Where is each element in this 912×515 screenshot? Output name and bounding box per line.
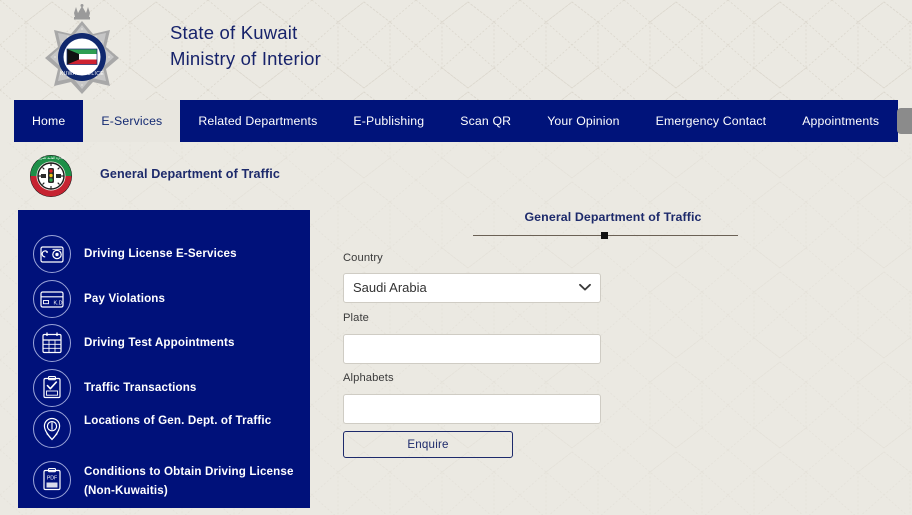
nav-item-e-publishing-label: E-Publishing <box>353 114 425 128</box>
sidebar-item-driving-license-e-services-label: Driving License E-Services <box>84 247 237 261</box>
enquire-button[interactable]: Enquire <box>343 431 513 458</box>
nav-item-related-departments-label: Related Departments <box>198 114 318 128</box>
general-department-of-traffic-emblem: الادارة العامة للمرور <box>30 155 72 197</box>
nav-item-home-label: Home <box>32 114 66 128</box>
nav-item-scan-qr[interactable]: Scan QR <box>442 100 529 142</box>
svg-text:الادارة العامة للمرور: الادارة العامة للمرور <box>37 156 65 160</box>
page-title: General Department of Traffic <box>524 210 702 224</box>
sidebar-item-locations-of-gen-dept-of-traffic-label: Locations of Gen. Dept. of Traffic <box>84 414 272 427</box>
sidebar-item-traffic-transactions-label: Traffic Transactions <box>84 381 197 395</box>
location-pin-icon <box>33 410 71 448</box>
svg-text:KUWAIT POLICE: KUWAIT POLICE <box>60 71 104 77</box>
country-select[interactable]: Saudi Arabia <box>343 273 601 303</box>
nav-item-your-opinion-label: Your Opinion <box>547 114 620 128</box>
services-sidebar: Driving License E-Services K.D Pay Viola… <box>18 210 310 508</box>
nav-item-emergency-contact[interactable]: Emergency Contact <box>638 100 785 142</box>
sidebar-item-conditions-to-obtain-driving-license-label: Conditions to Obtain Driving License (No… <box>84 465 294 498</box>
nav-item-home[interactable]: Home <box>14 100 83 142</box>
sidebar-item-driving-test-appointments[interactable]: Driving Test Appointments <box>18 321 310 365</box>
site-header: وزارة الداخلية KUWAIT POLICE State of Ku… <box>0 0 912 100</box>
nav-item-related-departments[interactable]: Related Departments <box>180 100 335 142</box>
nav-item-scan-qr-label: Scan QR <box>460 114 512 128</box>
alphabets-input[interactable] <box>343 394 601 424</box>
nav-item-emergency-contact-label: Emergency Contact <box>655 114 767 128</box>
title-divider-marker <box>601 232 608 239</box>
sidebar-item-driving-test-appointments-label: Driving Test Appointments <box>84 336 235 350</box>
kuwait-police-emblem: وزارة الداخلية KUWAIT POLICE <box>45 4 119 94</box>
nav-item-appointments[interactable]: Appointments <box>784 100 897 142</box>
title-divider <box>473 231 738 240</box>
nav-item-appointments-label: Appointments <box>802 114 880 128</box>
header-title-line1: State of Kuwait <box>170 22 298 43</box>
nav-item-e-services-label: E-Services <box>101 114 163 128</box>
country-label: Country <box>343 252 383 264</box>
document-check-icon <box>33 369 71 407</box>
driving-license-card-icon <box>33 235 71 273</box>
language-toggle-button[interactable]: عربي <box>897 108 912 134</box>
sidebar-item-traffic-transactions[interactable]: Traffic Transactions <box>18 366 310 410</box>
svg-text:وزارة الداخلية: وزارة الداخلية <box>70 40 94 45</box>
header-title-block: State of Kuwait Ministry of Interior <box>170 20 321 73</box>
sidebar-item-conditions-to-obtain-driving-license[interactable]: PDF Conditions to Obtain Driving License… <box>18 460 310 508</box>
calendar-icon <box>33 324 71 362</box>
svg-text:K.D: K.D <box>54 300 63 306</box>
main-navigation: Home E-Services Related Departments E-Pu… <box>14 100 912 142</box>
sidebar-item-pay-violations[interactable]: K.D Pay Violations <box>18 277 310 321</box>
nav-item-e-services[interactable]: E-Services <box>83 100 181 142</box>
page-root: وزارة الداخلية KUWAIT POLICE State of Ku… <box>0 0 912 515</box>
nav-item-e-publishing[interactable]: E-Publishing <box>335 100 442 142</box>
department-title: General Department of Traffic <box>100 167 280 181</box>
nav-item-your-opinion[interactable]: Your Opinion <box>529 100 637 142</box>
sidebar-item-driving-license-e-services[interactable]: Driving License E-Services <box>18 232 310 276</box>
country-select-wrapper[interactable]: Saudi Arabia <box>343 273 601 303</box>
department-header: الادارة العامة للمرور General Department… <box>0 146 912 204</box>
sidebar-item-pay-violations-label: Pay Violations <box>84 292 166 306</box>
pdf-document-icon: PDF <box>33 461 71 499</box>
sidebar-item-locations-of-gen-dept-of-traffic[interactable]: Locations of Gen. Dept. of Traffic <box>18 409 310 459</box>
payment-card-kd-icon: K.D <box>33 280 71 318</box>
svg-text:PDF: PDF <box>47 476 57 482</box>
alphabets-label: Alphabets <box>343 372 394 384</box>
plate-input[interactable] <box>343 334 601 364</box>
plate-label: Plate <box>343 312 369 324</box>
header-title-line2: Ministry of Interior <box>170 48 322 70</box>
